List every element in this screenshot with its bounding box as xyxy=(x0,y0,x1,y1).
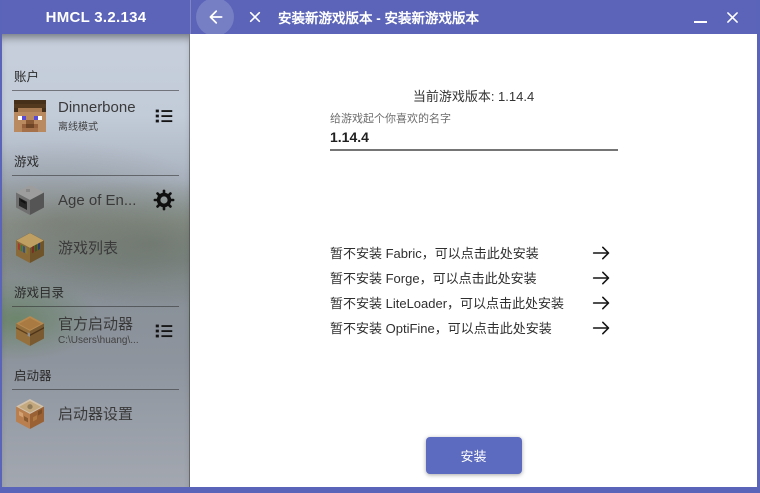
sidebar: 账户 Dinnerbone 离线模式 游戏 Age of En... 游戏列表 … xyxy=(2,34,190,487)
section-header-account: 账户 xyxy=(12,66,179,91)
sidebar-item-account[interactable]: Dinnerbone 离线模式 xyxy=(2,91,189,141)
minimize-button[interactable] xyxy=(685,0,715,34)
close-icon xyxy=(724,9,741,26)
mod-install-rows: 暂不安装 Fabric，可以点击此处安装 暂不安装 Forge，可以点击此处安装… xyxy=(330,240,612,340)
gear-icon xyxy=(152,188,176,212)
current-version-text: 当前游戏版本: 1.14.4 xyxy=(412,89,535,104)
install-button[interactable]: 安装 xyxy=(425,437,522,474)
hmcl-window: HMCL 3.2.134 安装新游戏版本 - 安装新游戏版本 账户 Dinner… xyxy=(0,0,760,493)
sidebar-item-game-list[interactable]: 游戏列表 xyxy=(2,224,189,272)
sidebar-item-settings[interactable]: 启动器设置 xyxy=(2,390,189,438)
chest-icon xyxy=(14,315,46,347)
app-title: HMCL 3.2.134 xyxy=(45,8,147,26)
game-name-field: 给游戏起个你喜欢的名字 xyxy=(330,110,618,151)
settings-texts: 启动器设置 xyxy=(58,406,177,423)
arrow-right-icon[interactable] xyxy=(591,294,612,312)
section-header-game: 游戏 xyxy=(12,151,179,177)
profile-texts: Age of En... xyxy=(58,192,139,209)
directory-name: 官方启动器 xyxy=(58,316,134,334)
sidebar-item-profile[interactable]: Age of En... xyxy=(2,176,189,224)
titlebar: HMCL 3.2.134 安装新游戏版本 - 安装新游戏版本 xyxy=(2,0,757,34)
profile-settings-button[interactable] xyxy=(151,188,177,212)
profile-name: Age of En... xyxy=(58,191,137,209)
game-list-label: 游戏列表 xyxy=(58,239,119,257)
page-title: 安装新游戏版本 - 安装新游戏版本 xyxy=(278,11,479,26)
sidebar-item-directory[interactable]: 官方启动器 C:\Users\huang\... xyxy=(2,307,189,355)
settings-label: 启动器设置 xyxy=(58,405,134,423)
account-texts: Dinnerbone 离线模式 xyxy=(58,99,139,133)
minimize-icon xyxy=(693,21,707,23)
section-header-launcher: 启动器 xyxy=(12,365,179,391)
list-icon xyxy=(153,105,175,127)
game-list-texts: 游戏列表 xyxy=(58,240,177,257)
directory-path: C:\Users\huang\... xyxy=(58,335,139,347)
back-button[interactable] xyxy=(196,0,234,34)
game-name-label: 给游戏起个你喜欢的名字 xyxy=(330,113,451,125)
bookshelf-icon xyxy=(14,232,46,264)
account-name: Dinnerbone xyxy=(58,99,136,116)
window-close-button[interactable] xyxy=(715,0,749,34)
main-panel: 当前游戏版本: 1.14.4 给游戏起个你喜欢的名字 暂不安装 Fabric，可… xyxy=(190,34,757,487)
arrow-right-icon[interactable] xyxy=(591,319,612,337)
mod-row-optifine[interactable]: 暂不安装 OptiFine，可以点击此处安装 xyxy=(330,315,612,340)
back-arrow-icon xyxy=(205,7,225,27)
app-frame: HMCL 3.2.134 安装新游戏版本 - 安装新游戏版本 账户 Dinner… xyxy=(2,0,757,487)
page-close-button[interactable] xyxy=(242,4,268,30)
directory-list-button[interactable] xyxy=(151,320,177,342)
window-body: 账户 Dinnerbone 离线模式 游戏 Age of En... 游戏列表 … xyxy=(2,34,757,487)
mod-row-fabric[interactable]: 暂不安装 Fabric，可以点击此处安装 xyxy=(330,240,612,265)
list-icon xyxy=(153,320,175,342)
account-mode: 离线模式 xyxy=(58,122,98,134)
close-icon xyxy=(247,9,263,25)
furnace-icon xyxy=(14,184,46,216)
mod-row-fabric-label: 暂不安装 Fabric，可以点击此处安装 xyxy=(330,246,539,261)
steve-avatar-icon xyxy=(14,100,46,133)
game-name-input[interactable] xyxy=(330,129,618,145)
directory-texts: 官方启动器 C:\Users\huang\... xyxy=(58,316,139,346)
arrow-right-icon[interactable] xyxy=(591,269,612,287)
account-list-button[interactable] xyxy=(151,105,177,127)
arrow-right-icon[interactable] xyxy=(591,244,612,262)
mod-row-forge-label: 暂不安装 Forge，可以点击此处安装 xyxy=(330,271,537,286)
section-header-directory: 游戏目录 xyxy=(12,282,179,308)
titlebar-divider xyxy=(190,0,191,34)
mod-row-liteloader-label: 暂不安装 LiteLoader，可以点击此处安装 xyxy=(330,296,565,311)
mod-row-optifine-label: 暂不安装 OptiFine，可以点击此处安装 xyxy=(330,321,552,336)
mod-row-forge[interactable]: 暂不安装 Forge，可以点击此处安装 xyxy=(330,265,612,290)
mod-row-liteloader[interactable]: 暂不安装 LiteLoader，可以点击此处安装 xyxy=(330,290,612,315)
command-block-icon xyxy=(14,398,46,430)
